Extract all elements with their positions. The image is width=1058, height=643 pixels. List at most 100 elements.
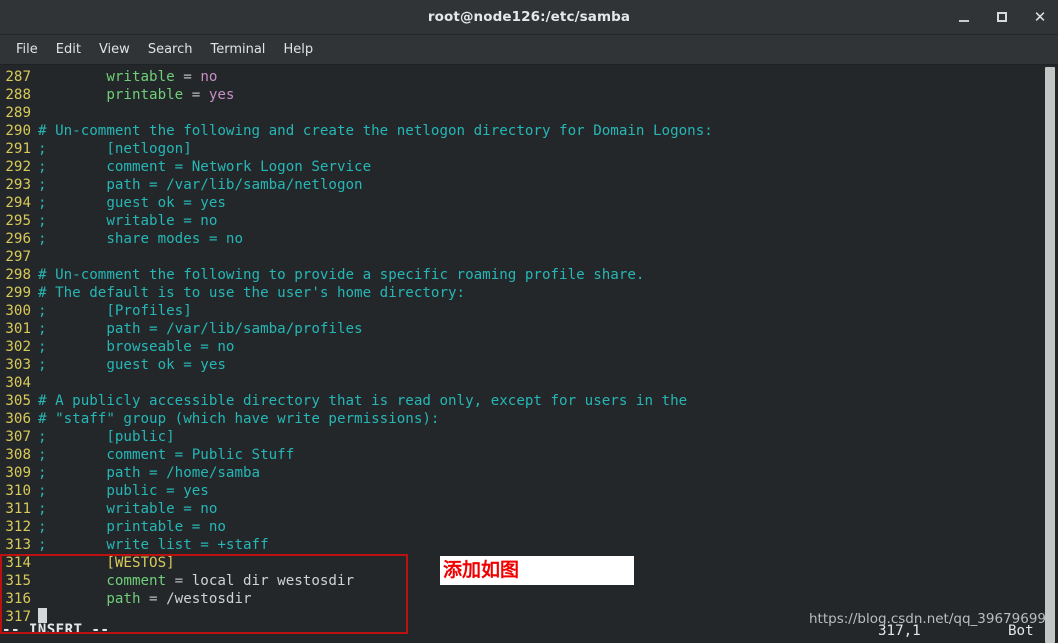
line-number: 314 xyxy=(5,555,31,571)
editor-line[interactable]: 288 printable = yes xyxy=(0,86,1058,104)
code-token: ; comment = Public Stuff xyxy=(38,447,295,463)
line-number: 293 xyxy=(5,177,31,193)
code-token: ; writable = no xyxy=(38,501,218,517)
code-token: # Un-comment the following and create th… xyxy=(38,123,713,139)
code-token: [WESTOS] xyxy=(38,555,175,571)
editor-line[interactable]: 313 ; write list = +staff xyxy=(0,536,1058,554)
code-token: comment xyxy=(38,573,175,589)
editor-line[interactable]: 292 ; comment = Network Logon Service xyxy=(0,158,1058,176)
maximize-icon[interactable] xyxy=(992,7,1012,27)
code-token: ; comment = Network Logon Service xyxy=(38,159,372,175)
line-number: 305 xyxy=(5,393,31,409)
code-token: ; path = /var/lib/samba/netlogon xyxy=(38,177,363,193)
close-icon[interactable]: ✕ xyxy=(1030,7,1050,27)
code-token: ; browseable = no xyxy=(38,339,235,355)
editor-line[interactable]: 289 xyxy=(0,104,1058,122)
line-number: 311 xyxy=(5,501,31,517)
menu-item-file[interactable]: File xyxy=(7,39,47,60)
watermark-text: https://blog.csdn.net/qq_39679699 xyxy=(808,611,1046,627)
code-token: ; path = /var/lib/samba/profiles xyxy=(38,321,363,337)
code-token: = xyxy=(191,87,209,103)
editor-line[interactable]: 297 xyxy=(0,248,1058,266)
code-token: = xyxy=(149,591,167,607)
line-number: 288 xyxy=(5,87,31,103)
code-token: = xyxy=(174,573,192,589)
editor-line[interactable]: 294 ; guest ok = yes xyxy=(0,194,1058,212)
menu-item-search[interactable]: Search xyxy=(139,39,202,60)
code-token: ; write list = +staff xyxy=(38,537,269,553)
editor-line[interactable]: 304 xyxy=(0,374,1058,392)
minimize-icon[interactable] xyxy=(954,7,974,27)
code-token: no xyxy=(200,69,218,85)
editor-line[interactable]: 291 ; [netlogon] xyxy=(0,140,1058,158)
annotation-note-box: 添加如图 xyxy=(440,556,634,585)
code-token: ; guest ok = yes xyxy=(38,195,226,211)
editor-line[interactable]: 305 # A publicly accessible directory tha… xyxy=(0,392,1058,410)
code-token: # Un-comment the following to provide a … xyxy=(38,267,645,283)
code-token: ; path = /home/samba xyxy=(38,465,261,481)
annotation-note-text: 添加如图 xyxy=(443,559,520,581)
editor-line[interactable]: 295 ; writable = no xyxy=(0,212,1058,230)
editor-line[interactable]: 301 ; path = /var/lib/samba/profiles xyxy=(0,320,1058,338)
editor-line[interactable]: 300 ; [Profiles] xyxy=(0,302,1058,320)
code-token: ; printable = no xyxy=(38,519,226,535)
editor-line[interactable]: 306 # "staff" group (which have write per… xyxy=(0,410,1058,428)
code-token: yes xyxy=(208,87,235,103)
scrollbar[interactable] xyxy=(1045,65,1055,643)
menu-item-edit[interactable]: Edit xyxy=(47,39,90,60)
vim-mode-indicator: -- INSERT -- xyxy=(2,622,110,638)
menu-bar: File Edit View Search Terminal Help xyxy=(0,35,1058,65)
code-token: # The default is to use the user's home … xyxy=(38,285,466,301)
editor-line[interactable]: 311 ; writable = no xyxy=(0,500,1058,518)
line-number: 306 xyxy=(5,411,31,427)
code-token: ; share modes = no xyxy=(38,231,243,247)
menu-item-terminal[interactable]: Terminal xyxy=(201,39,274,60)
scrollbar-thumb[interactable] xyxy=(1045,67,1055,643)
terminal-window: root@node126:/etc/samba ✕ File Edit View… xyxy=(0,0,1058,643)
line-number: 287 xyxy=(5,69,31,85)
line-number: 300 xyxy=(5,303,31,319)
window-controls: ✕ xyxy=(954,0,1050,34)
menu-item-help[interactable]: Help xyxy=(274,39,322,60)
code-token: printable xyxy=(38,87,192,103)
code-token: ; [Profiles] xyxy=(38,303,192,319)
editor-line[interactable]: 309 ; path = /home/samba xyxy=(0,464,1058,482)
line-number: 301 xyxy=(5,321,31,337)
editor-buffer[interactable]: 287 writable = no 288 printable = yes 289 2… xyxy=(0,68,1058,626)
window-title: root@node126:/etc/samba xyxy=(427,9,631,25)
line-number: 315 xyxy=(5,573,31,589)
line-number: 292 xyxy=(5,159,31,175)
line-number: 298 xyxy=(5,267,31,283)
line-number: 289 xyxy=(5,105,31,121)
line-number: 308 xyxy=(5,447,31,463)
editor-line[interactable]: 293 ; path = /var/lib/samba/netlogon xyxy=(0,176,1058,194)
line-number: 290 xyxy=(5,123,31,139)
code-token: # "staff" group (which have write permis… xyxy=(38,411,440,427)
code-token: ; guest ok = yes xyxy=(38,357,226,373)
menu-item-view[interactable]: View xyxy=(90,39,139,60)
terminal-body[interactable]: 287 writable = no 288 printable = yes 289 2… xyxy=(0,65,1058,643)
code-token: ; public = yes xyxy=(38,483,209,499)
editor-line[interactable]: 303 ; guest ok = yes xyxy=(0,356,1058,374)
editor-line[interactable]: 302 ; browseable = no xyxy=(0,338,1058,356)
code-token: = xyxy=(183,69,201,85)
code-token: ; [public] xyxy=(38,429,175,445)
editor-line[interactable]: 310 ; public = yes xyxy=(0,482,1058,500)
editor-line[interactable]: 299 # The default is to use the user's ho… xyxy=(0,284,1058,302)
editor-line[interactable]: 316 path = /westosdir xyxy=(0,590,1058,608)
editor-line[interactable]: 308 ; comment = Public Stuff xyxy=(0,446,1058,464)
line-number: 312 xyxy=(5,519,31,535)
line-number: 296 xyxy=(5,231,31,247)
editor-line[interactable]: 296 ; share modes = no xyxy=(0,230,1058,248)
line-number: 304 xyxy=(5,375,31,391)
editor-line[interactable]: 287 writable = no xyxy=(0,68,1058,86)
editor-line[interactable]: 312 ; printable = no xyxy=(0,518,1058,536)
code-token: path xyxy=(38,591,150,607)
code-token: writable xyxy=(38,69,184,85)
editor-line[interactable]: 298 # Un-comment the following to provide… xyxy=(0,266,1058,284)
editor-line[interactable]: 290 # Un-comment the following and create… xyxy=(0,122,1058,140)
line-number: 291 xyxy=(5,141,31,157)
code-token: ; writable = no xyxy=(38,213,218,229)
window-titlebar: root@node126:/etc/samba ✕ xyxy=(0,0,1058,35)
editor-line[interactable]: 307 ; [public] xyxy=(0,428,1058,446)
